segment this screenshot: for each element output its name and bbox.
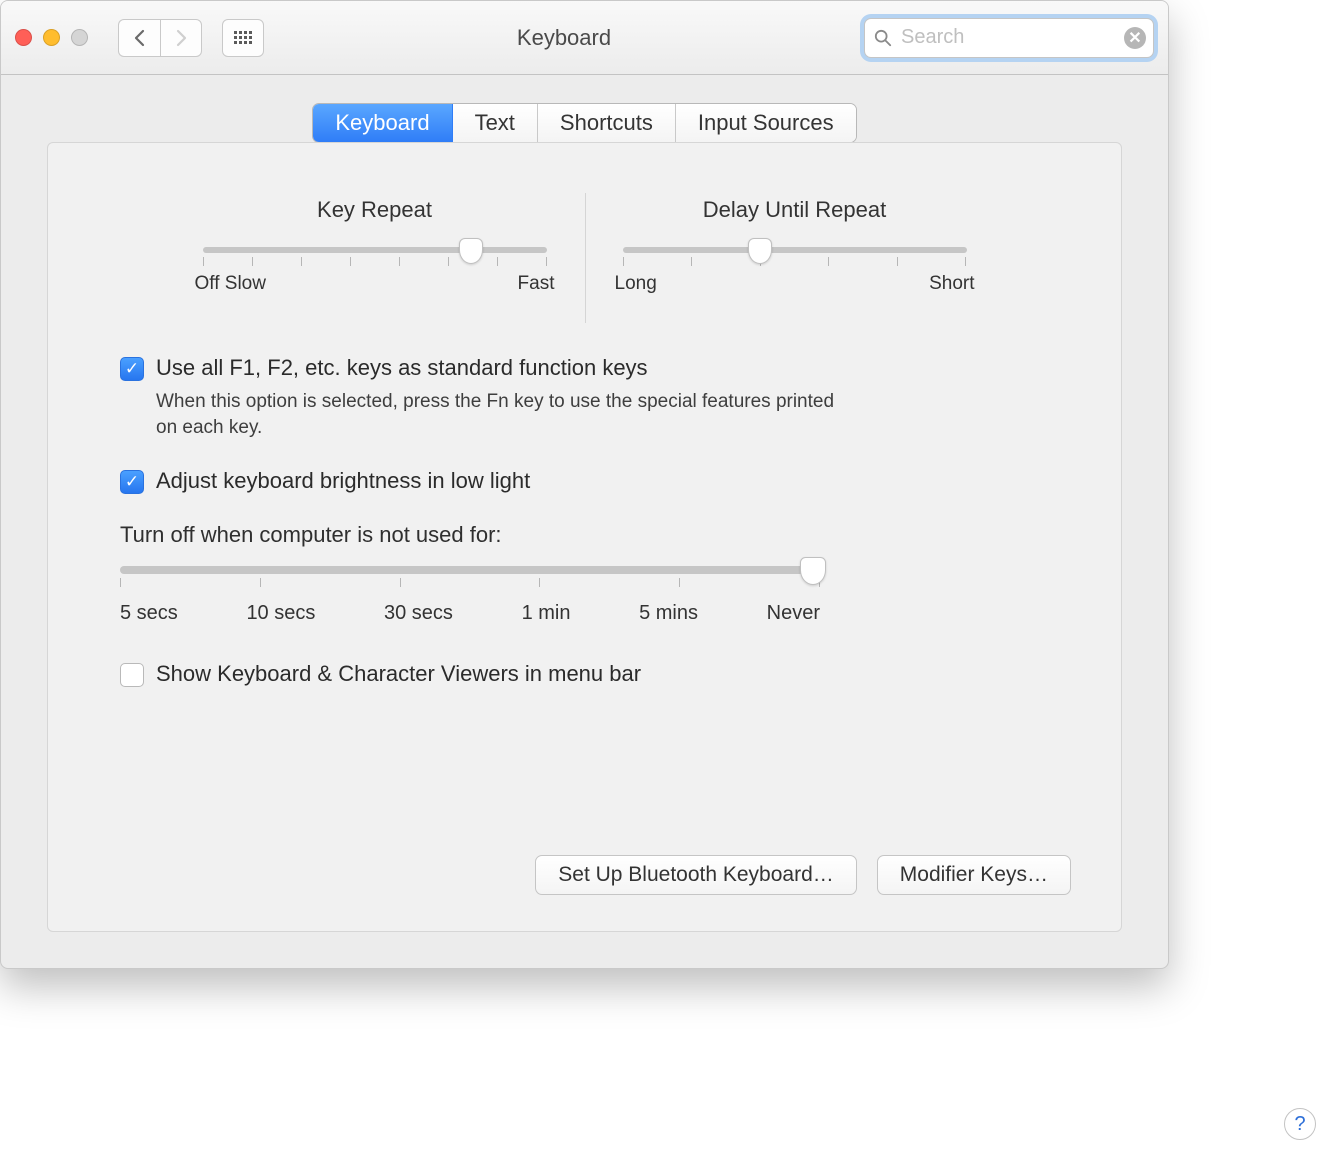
brightness-label: Adjust keyboard brightness in low light bbox=[156, 468, 530, 494]
tab-input-sources[interactable]: Input Sources bbox=[676, 104, 856, 142]
turnoff-slider-wrap: 5 secs 10 secs 30 secs 1 min 5 mins Neve… bbox=[120, 566, 820, 625]
turnoff-tick-0: 5 secs bbox=[120, 602, 178, 625]
chevron-left-icon bbox=[133, 29, 147, 47]
bluetooth-keyboard-button[interactable]: Set Up Bluetooth Keyboard… bbox=[535, 855, 857, 895]
back-button[interactable] bbox=[118, 19, 160, 57]
brightness-row: ✓ Adjust keyboard brightness in low ligh… bbox=[120, 468, 850, 494]
minimize-icon[interactable] bbox=[43, 29, 60, 46]
options: ✓ Use all F1, F2, etc. keys as standard … bbox=[120, 355, 850, 687]
turnoff-tick-4: 5 mins bbox=[639, 602, 698, 625]
key-repeat-title: Key Repeat bbox=[195, 197, 555, 223]
chevron-right-icon bbox=[174, 29, 188, 47]
key-repeat-labels: Off Slow Fast bbox=[195, 273, 555, 295]
nav-buttons bbox=[118, 19, 202, 57]
delay-until-repeat-title: Delay Until Repeat bbox=[615, 197, 975, 223]
turnoff-thumb[interactable] bbox=[800, 557, 826, 585]
turnoff-tick-2: 30 secs bbox=[384, 602, 453, 625]
window-controls bbox=[15, 29, 88, 46]
key-repeat-block: Key Repeat Off Slow Fast bbox=[195, 197, 555, 295]
show-all-button[interactable] bbox=[222, 19, 264, 57]
tab-text[interactable]: Text bbox=[453, 104, 538, 142]
fn-keys-row: ✓ Use all F1, F2, etc. keys as standard … bbox=[120, 355, 850, 381]
search-input[interactable] bbox=[864, 18, 1154, 58]
close-icon[interactable] bbox=[15, 29, 32, 46]
sliders-row: Key Repeat Off Slow Fast bbox=[195, 197, 975, 295]
turnoff-label: Turn off when computer is not used for: bbox=[120, 522, 850, 548]
delay-short-label: Short bbox=[929, 273, 974, 295]
search-icon bbox=[874, 29, 892, 47]
key-repeat-fast-label: Fast bbox=[518, 273, 555, 295]
search-field-wrap: ✕ bbox=[864, 18, 1154, 58]
key-repeat-slider[interactable] bbox=[203, 247, 547, 253]
grid-icon bbox=[234, 31, 252, 44]
delay-until-repeat-labels: Long Short bbox=[615, 273, 975, 295]
turnoff-tick-5: Never bbox=[767, 602, 820, 625]
toolbar: Keyboard ✕ bbox=[1, 1, 1168, 75]
show-viewers-checkbox[interactable] bbox=[120, 663, 144, 687]
fn-keys-help: When this option is selected, press the … bbox=[156, 389, 850, 440]
fn-keys-label: Use all F1, F2, etc. keys as standard fu… bbox=[156, 355, 648, 381]
modifier-keys-button[interactable]: Modifier Keys… bbox=[877, 855, 1071, 895]
turnoff-ticks bbox=[120, 578, 820, 588]
bottom-buttons: Set Up Bluetooth Keyboard… Modifier Keys… bbox=[535, 855, 1071, 895]
delay-long-label: Long bbox=[615, 273, 657, 295]
tab-keyboard[interactable]: Keyboard bbox=[313, 104, 452, 142]
key-repeat-ticks bbox=[203, 257, 547, 267]
key-repeat-off-label: Off bbox=[195, 273, 220, 294]
turnoff-slider[interactable] bbox=[120, 566, 820, 574]
window-title: Keyboard bbox=[274, 25, 854, 51]
turnoff-tick-1: 10 secs bbox=[246, 602, 315, 625]
delay-until-repeat-ticks bbox=[623, 257, 967, 267]
forward-button bbox=[160, 19, 202, 57]
preferences-window: Keyboard ✕ Keyboard Text Shortcuts Input… bbox=[0, 0, 1169, 969]
clear-search-icon[interactable]: ✕ bbox=[1124, 27, 1146, 49]
key-repeat-slow-label: Slow bbox=[225, 273, 266, 294]
brightness-checkbox[interactable]: ✓ bbox=[120, 470, 144, 494]
tabs: Keyboard Text Shortcuts Input Sources bbox=[47, 103, 1122, 143]
fn-keys-checkbox[interactable]: ✓ bbox=[120, 357, 144, 381]
body: Keyboard Text Shortcuts Input Sources Ke… bbox=[1, 75, 1168, 968]
delay-until-repeat-slider[interactable] bbox=[623, 247, 967, 253]
delay-until-repeat-block: Delay Until Repeat Long Short bbox=[615, 197, 975, 295]
maximize-icon bbox=[71, 29, 88, 46]
turnoff-labels: 5 secs 10 secs 30 secs 1 min 5 mins Neve… bbox=[120, 602, 820, 625]
turnoff-tick-3: 1 min bbox=[522, 602, 571, 625]
show-viewers-row: Show Keyboard & Character Viewers in men… bbox=[120, 661, 850, 687]
tab-shortcuts[interactable]: Shortcuts bbox=[538, 104, 676, 142]
keyboard-panel: Key Repeat Off Slow Fast bbox=[47, 142, 1122, 932]
show-viewers-label: Show Keyboard & Character Viewers in men… bbox=[156, 661, 641, 687]
